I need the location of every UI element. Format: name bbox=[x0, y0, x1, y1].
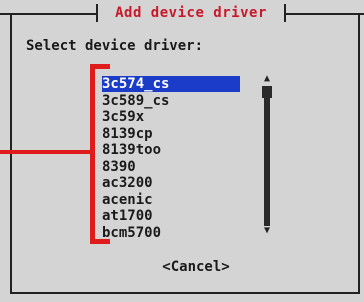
driver-list-item[interactable]: acenic bbox=[102, 192, 153, 208]
cancel-button[interactable]: <Cancel> bbox=[154, 258, 238, 276]
driver-list-item[interactable]: 8139too bbox=[102, 142, 161, 158]
scroll-down-arrow-icon[interactable]: ▼ bbox=[262, 226, 272, 236]
scroll-up-arrow-icon[interactable]: ▲ bbox=[262, 74, 272, 84]
driver-list-item[interactable]: 8139cp bbox=[102, 126, 153, 142]
driver-list-item[interactable]: bcm5700 bbox=[102, 225, 161, 241]
dialog-bottom-border bbox=[10, 292, 360, 294]
add-device-driver-dialog: Add device driver Select device driver: … bbox=[0, 0, 364, 302]
driver-list[interactable]: 3c574_cs 3c589_cs 3c59x 8139cp 8139too 8390 ac… bbox=[96, 70, 284, 246]
select-driver-prompt: Select device driver: bbox=[26, 38, 204, 54]
dialog-title-box: Add device driver bbox=[96, 2, 286, 24]
driver-list-item[interactable]: 3c59x bbox=[102, 109, 144, 125]
driver-list-item[interactable]: at1700 bbox=[102, 208, 153, 224]
driver-list-item[interactable]: ac3200 bbox=[102, 175, 153, 191]
annotation-bracket-vertical bbox=[90, 64, 95, 244]
driver-list-scrollbar[interactable]: ▲ ▼ bbox=[262, 74, 272, 236]
driver-list-item[interactable]: 8390 bbox=[102, 159, 136, 175]
scroll-track[interactable] bbox=[264, 96, 270, 226]
dialog-right-border bbox=[358, 14, 360, 294]
dialog-left-border bbox=[10, 14, 12, 294]
annotation-pointer-line bbox=[0, 150, 92, 154]
annotation-bracket-top bbox=[90, 64, 110, 69]
driver-list-item[interactable]: 3c589_cs bbox=[102, 93, 169, 109]
dialog-title: Add device driver bbox=[115, 5, 267, 21]
annotation-bracket-bottom bbox=[90, 239, 110, 244]
driver-list-item-selected[interactable]: 3c574_cs bbox=[102, 76, 240, 92]
